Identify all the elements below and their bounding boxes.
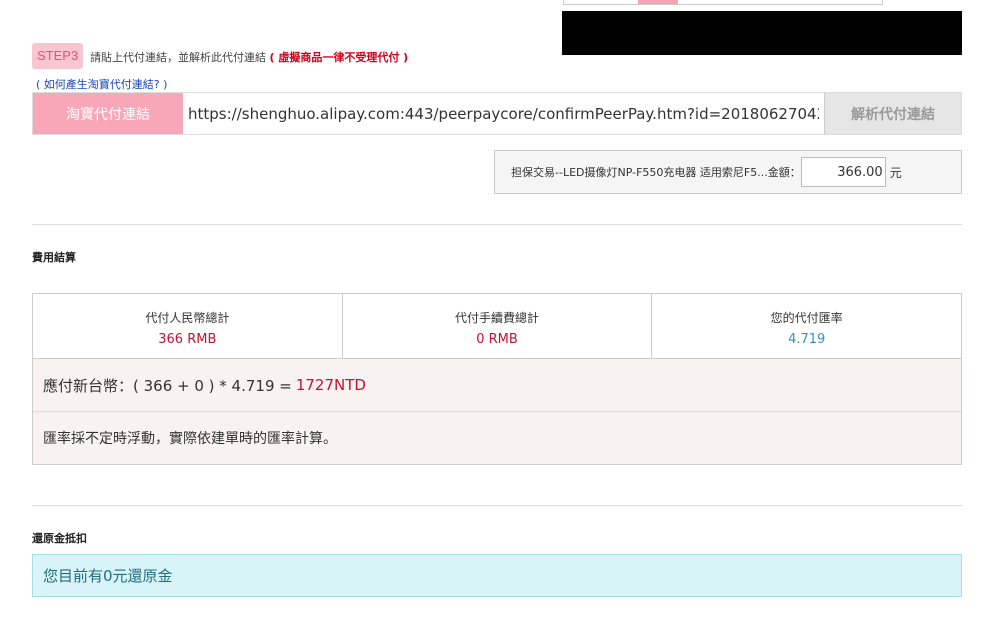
top-partial-field (563, 0, 883, 5)
exchange-rate-cell: 您的代付匯率 4.719 (652, 294, 961, 358)
step-badge: STEP3 (32, 43, 84, 69)
exchange-rate-label: 您的代付匯率 (770, 311, 843, 325)
item-row: 担保交易--LED摄像灯NP-F550充电器 适用索尼F5... 金額： 元 (494, 150, 962, 194)
redacted-block (562, 11, 962, 55)
parse-link-button[interactable]: 解析代付連結 (824, 93, 961, 134)
amount-label: 金額： (767, 166, 801, 179)
rmb-total-label: 代付人民幣總計 (145, 311, 230, 325)
fee-summary: 代付人民幣總計 366 RMB 代付手續費總計 0 RMB 您的代付匯率 4.7… (32, 293, 962, 465)
step-description: 請貼上代付連結，並解析此代付連結 ( 虛擬商品一律不受理代付 ) (90, 49, 408, 65)
ntd-total: 1727NTD (295, 376, 366, 394)
payment-link-row: 淘寶代付連結 解析代付連結 (32, 92, 962, 135)
rmb-total-value: 366 RMB (158, 332, 217, 347)
payment-link-input[interactable] (183, 93, 824, 134)
fee-summary-columns: 代付人民幣總計 366 RMB 代付手續費總計 0 RMB 您的代付匯率 4.7… (33, 294, 961, 359)
item-description: 担保交易--LED摄像灯NP-F550充电器 适用索尼F5... (511, 166, 768, 179)
rate-note: 匯率採不定時浮動，實際依建單時的匯率計算。 (33, 412, 961, 464)
rebate-section-title: 還原金抵扣 (32, 532, 87, 545)
ntd-formula-row: 應付新台幣：( 366 + 0 ) * 4.719 = 1727NTD (33, 359, 961, 412)
divider (32, 505, 962, 506)
fee-total-label: 代付手續費總計 (455, 311, 540, 325)
fees-section-title: 費用結算 (32, 251, 76, 264)
step-instruction: 請貼上代付連結，並解析此代付連結 (90, 51, 266, 64)
payment-link-label: 淘寶代付連結 (33, 93, 183, 134)
exchange-rate-value: 4.719 (788, 332, 826, 347)
fee-total-cell: 代付手續費總計 0 RMB (343, 294, 653, 358)
step-warning: ( 虛擬商品一律不受理代付 ) (269, 51, 409, 64)
divider (32, 224, 962, 225)
how-to-generate-link[interactable]: ( 如何產生淘寶代付連結? ) (36, 76, 167, 92)
rebate-info-box: 您目前有0元還原金 (32, 554, 962, 597)
amount-unit: 元 (889, 165, 902, 180)
top-partial-tab (638, 0, 678, 4)
ntd-formula: 應付新台幣：( 366 + 0 ) * 4.719 = (43, 376, 292, 395)
fee-total-value: 0 RMB (476, 332, 518, 347)
rmb-total-cell: 代付人民幣總計 366 RMB (33, 294, 343, 358)
amount-input[interactable] (800, 157, 886, 187)
